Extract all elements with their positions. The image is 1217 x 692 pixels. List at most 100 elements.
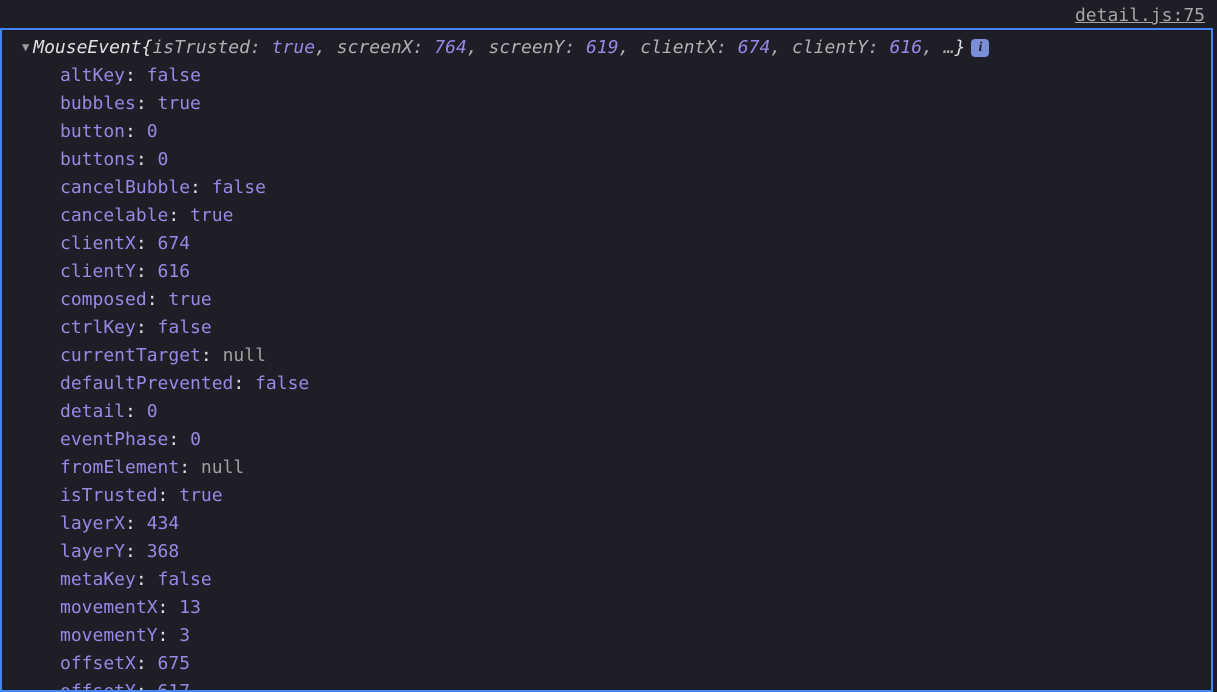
object-summary-line[interactable]: ▼ MouseEvent { isTrusted: true, screenX:… <box>2 34 1211 62</box>
summary-colon: : <box>564 37 586 58</box>
property-colon: : <box>136 569 158 590</box>
property-row[interactable]: buttons: 0 <box>60 146 1211 174</box>
property-row[interactable]: ctrlKey: false <box>60 314 1211 342</box>
property-value: 0 <box>158 149 169 170</box>
summary-colon: : <box>868 37 890 58</box>
property-value: false <box>158 569 212 590</box>
property-colon: : <box>136 653 158 674</box>
property-value: 675 <box>158 653 191 674</box>
property-value: false <box>147 65 201 86</box>
property-colon: : <box>158 597 180 618</box>
property-key: clientY <box>60 261 136 282</box>
info-icon[interactable]: i <box>971 39 989 57</box>
property-row[interactable]: movementY: 3 <box>60 622 1211 650</box>
property-key: layerX <box>60 513 125 534</box>
summary-separator: , <box>770 37 792 58</box>
console-log-entry: ▼ MouseEvent { isTrusted: true, screenX:… <box>0 28 1213 692</box>
property-row[interactable]: altKey: false <box>60 62 1211 90</box>
property-value: 0 <box>147 121 158 142</box>
property-row[interactable]: layerY: 368 <box>60 538 1211 566</box>
property-row[interactable]: button: 0 <box>60 118 1211 146</box>
property-value: 368 <box>147 541 180 562</box>
property-colon: : <box>136 681 158 692</box>
property-key: button <box>60 121 125 142</box>
property-colon: : <box>125 401 147 422</box>
property-row[interactable]: cancelBubble: false <box>60 174 1211 202</box>
property-key: bubbles <box>60 93 136 114</box>
summary-separator: , <box>315 37 337 58</box>
property-colon: : <box>179 457 201 478</box>
property-value: true <box>168 289 211 310</box>
property-value: null <box>223 345 266 366</box>
summary-prop-key: clientY <box>792 37 868 58</box>
property-colon: : <box>136 149 158 170</box>
property-row[interactable]: defaultPrevented: false <box>60 370 1211 398</box>
property-colon: : <box>168 429 190 450</box>
property-colon: : <box>201 345 223 366</box>
property-row[interactable]: detail: 0 <box>60 398 1211 426</box>
property-row[interactable]: isTrusted: true <box>60 482 1211 510</box>
source-link-bar: detail.js:75 <box>0 0 1217 28</box>
property-row[interactable]: layerX: 434 <box>60 510 1211 538</box>
property-value: 3 <box>179 625 190 646</box>
property-row[interactable]: fromElement: null <box>60 454 1211 482</box>
property-key: offsetX <box>60 653 136 674</box>
property-colon: : <box>147 289 169 310</box>
property-value: 617 <box>158 681 191 692</box>
object-properties-list: altKey: falsebubbles: truebutton: 0butto… <box>2 62 1211 692</box>
property-colon: : <box>190 177 212 198</box>
brace-open: { <box>142 34 153 62</box>
summary-prop-value: true <box>272 37 315 58</box>
property-colon: : <box>233 373 255 394</box>
property-row[interactable]: offsetY: 617 <box>60 678 1211 692</box>
property-value: 434 <box>147 513 180 534</box>
property-key: altKey <box>60 65 125 86</box>
property-value: false <box>212 177 266 198</box>
property-row[interactable]: movementX: 13 <box>60 594 1211 622</box>
property-row[interactable]: clientX: 674 <box>60 230 1211 258</box>
property-key: defaultPrevented <box>60 373 233 394</box>
property-value: 0 <box>147 401 158 422</box>
summary-colon: : <box>413 37 435 58</box>
summary-prop-key: isTrusted <box>152 37 250 58</box>
property-row[interactable]: offsetX: 675 <box>60 650 1211 678</box>
property-colon: : <box>158 485 180 506</box>
summary-separator: , <box>467 37 489 58</box>
property-row[interactable]: currentTarget: null <box>60 342 1211 370</box>
summary-trailing-comma: , <box>922 34 944 62</box>
property-value: 0 <box>190 429 201 450</box>
object-class-name: MouseEvent <box>33 34 141 62</box>
property-colon: : <box>136 261 158 282</box>
source-link[interactable]: detail.js:75 <box>1075 5 1205 26</box>
property-colon: : <box>125 65 147 86</box>
summary-prop-key: clientX <box>640 37 716 58</box>
property-key: layerY <box>60 541 125 562</box>
property-colon: : <box>158 625 180 646</box>
property-row[interactable]: bubbles: true <box>60 90 1211 118</box>
property-row[interactable]: eventPhase: 0 <box>60 426 1211 454</box>
property-row[interactable]: cancelable: true <box>60 202 1211 230</box>
property-row[interactable]: composed: true <box>60 286 1211 314</box>
property-colon: : <box>125 513 147 534</box>
property-key: currentTarget <box>60 345 201 366</box>
summary-colon: : <box>716 37 738 58</box>
property-key: isTrusted <box>60 485 158 506</box>
property-row[interactable]: metaKey: false <box>60 566 1211 594</box>
property-key: movementY <box>60 625 158 646</box>
property-key: cancelable <box>60 205 168 226</box>
property-value: 616 <box>158 261 191 282</box>
property-value: true <box>179 485 222 506</box>
property-colon: : <box>136 233 158 254</box>
property-key: fromElement <box>60 457 179 478</box>
summary-prop-value: 764 <box>434 37 467 58</box>
property-key: composed <box>60 289 147 310</box>
summary-prop-value: 674 <box>738 37 771 58</box>
property-value: 13 <box>179 597 201 618</box>
brace-close: } <box>955 34 966 62</box>
property-row[interactable]: clientY: 616 <box>60 258 1211 286</box>
summary-ellipsis: … <box>944 34 955 62</box>
expand-triangle-icon[interactable]: ▼ <box>22 33 29 61</box>
property-value: true <box>158 93 201 114</box>
property-value: null <box>201 457 244 478</box>
property-key: buttons <box>60 149 136 170</box>
